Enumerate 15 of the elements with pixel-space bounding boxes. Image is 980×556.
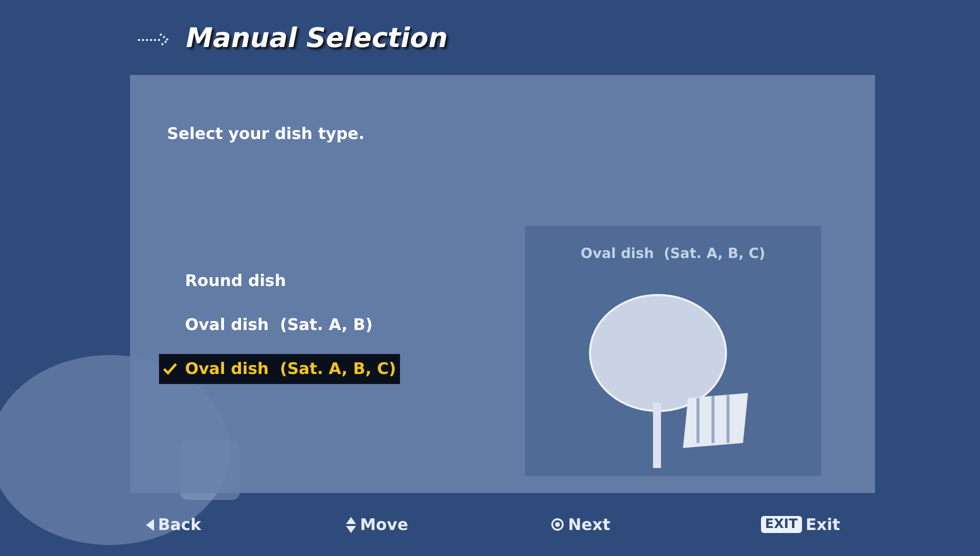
dish-option[interactable]: Oval dish (Sat. A, B, C) [159, 354, 400, 384]
dish-option[interactable]: Round dish [159, 266, 290, 296]
ok-circle-icon [551, 518, 564, 531]
hint-label: Exit [806, 514, 840, 536]
hint-label: Back [158, 514, 202, 536]
hint-label: Next [568, 514, 610, 536]
page-title: Manual Selection [186, 22, 448, 56]
preview-caption: Oval dish (Sat. A, B, C) [580, 245, 766, 264]
dish-option[interactable]: Oval dish (Sat. A, B) [159, 310, 377, 340]
left-triangle-icon [146, 518, 154, 530]
prompt-text: Select your dish type. [167, 123, 366, 145]
exit-key: EXIT [761, 516, 802, 533]
hint-label: Move [360, 514, 408, 536]
up-down-arrows-icon [346, 516, 356, 532]
checkmark-icon [163, 363, 177, 375]
